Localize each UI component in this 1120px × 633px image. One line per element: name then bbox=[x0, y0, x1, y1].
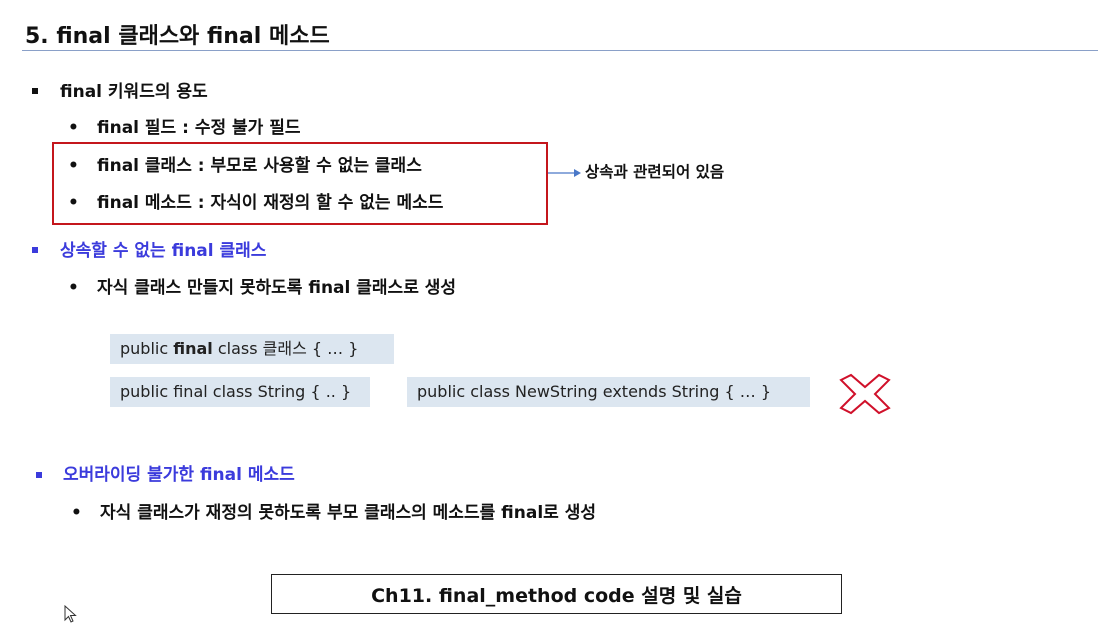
section1-item-2: final 클래스 : 부모로 사용할 수 없는 클래스 bbox=[97, 156, 422, 176]
code-snippet-newstring-extends: public class NewString extends String { … bbox=[407, 377, 810, 407]
mouse-cursor-icon bbox=[64, 605, 77, 623]
section2-item: 자식 클래스 만들지 못하도록 final 클래스로 생성 bbox=[97, 278, 457, 298]
square-bullet-icon bbox=[36, 472, 42, 478]
section1-heading: final 키워드의 용도 bbox=[60, 82, 208, 102]
square-bullet-icon bbox=[32, 247, 38, 253]
square-bullet-icon bbox=[32, 88, 38, 94]
section1-item-1: final 필드 : 수정 불가 필드 bbox=[97, 118, 301, 138]
x-mark-icon bbox=[839, 373, 891, 415]
code-snippet-string-final: public final class String { .. } bbox=[110, 377, 370, 407]
section2-heading: 상속할 수 없는 final 클래스 bbox=[60, 241, 267, 261]
dot-bullet-icon: • bbox=[71, 503, 82, 523]
section3-item: 자식 클래스가 재정의 못하도록 부모 클래스의 메소드를 final로 생성 bbox=[100, 503, 596, 523]
dot-bullet-icon: • bbox=[68, 118, 79, 138]
slide-title: 5. final 클래스와 final 메소드 bbox=[25, 24, 330, 49]
code-suffix: class 클래스 { … } bbox=[212, 339, 359, 358]
code-final-keyword: final bbox=[173, 339, 213, 358]
dot-bullet-icon: • bbox=[68, 156, 79, 176]
dot-bullet-icon: • bbox=[68, 193, 79, 213]
code-prefix: public bbox=[120, 339, 174, 358]
title-divider bbox=[22, 50, 1098, 51]
code-snippet-final-class: public final class 클래스 { … } bbox=[110, 334, 394, 364]
chapter-footer-text: Ch11. final_method code 설명 및 실습 bbox=[371, 584, 742, 607]
slide: 5. final 클래스와 final 메소드 final 키워드의 용도 • … bbox=[0, 0, 1120, 633]
inheritance-annotation: 상속과 관련되어 있음 bbox=[585, 163, 725, 181]
chapter-footer-box: Ch11. final_method code 설명 및 실습 bbox=[271, 574, 842, 614]
section1-item-3: final 메소드 : 자식이 재정의 할 수 없는 메소드 bbox=[97, 193, 444, 213]
dot-bullet-icon: • bbox=[68, 278, 79, 298]
section3-heading: 오버라이딩 불가한 final 메소드 bbox=[63, 465, 295, 485]
arrow-right-icon bbox=[548, 169, 581, 177]
